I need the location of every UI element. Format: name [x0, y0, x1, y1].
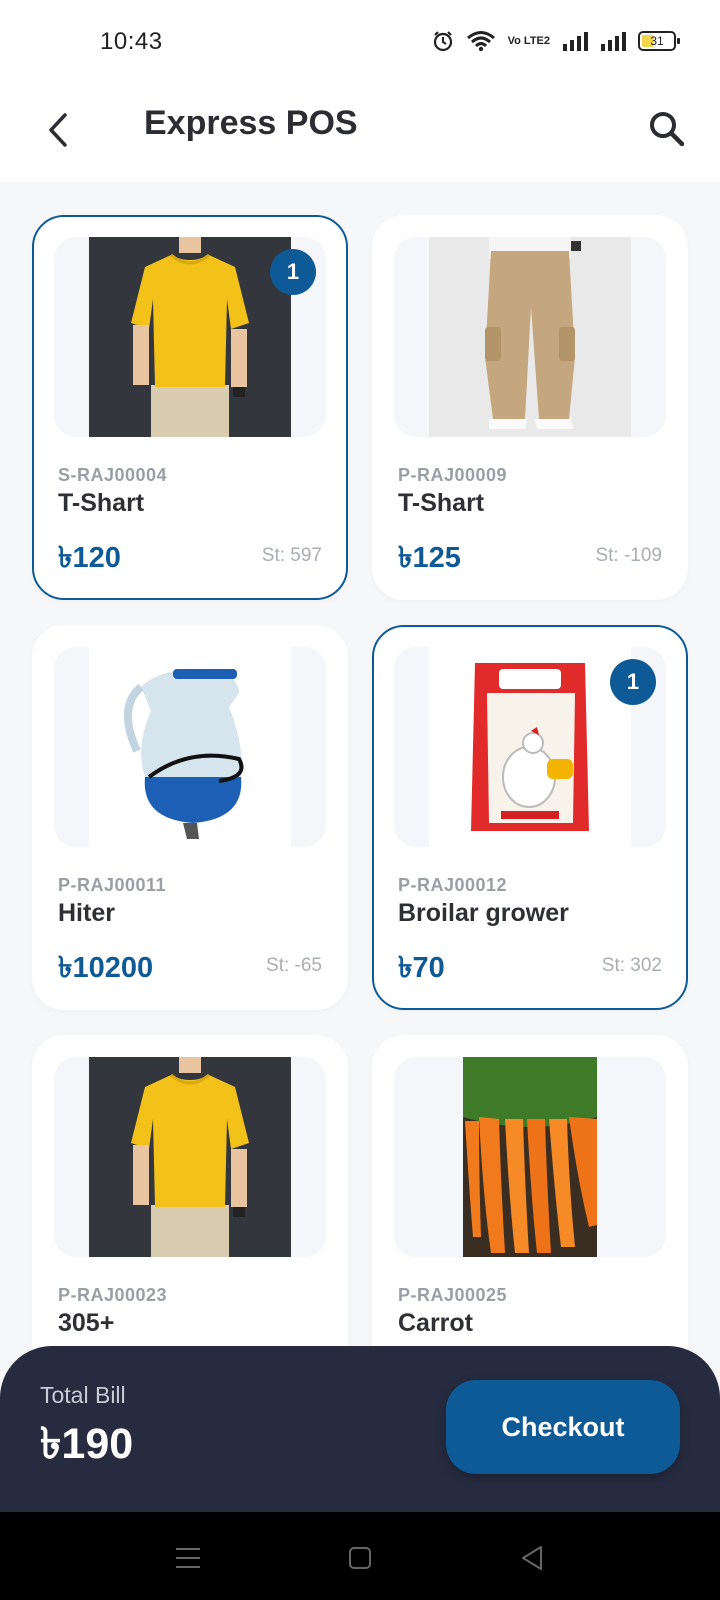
product-price: ৳120 [58, 542, 121, 574]
product-grid: 1 S-RAJ00004 T-Shart ৳120 St: 597 P-RAJ0… [32, 215, 688, 1420]
total-bill-label: Total Bill [40, 1382, 126, 1408]
volte-indicator: Vo LTE2 [507, 35, 550, 47]
product-stock: St: -65 [266, 955, 322, 976]
product-card[interactable]: P-RAJ00011 Hiter ৳10200 St: -65 [32, 625, 348, 1010]
search-button[interactable] [642, 104, 692, 154]
product-card[interactable]: 1 P-RAJ00012 Broilar grower ৳70 St: 302 [372, 625, 688, 1010]
signal-2-icon [601, 32, 626, 51]
product-name: T-Shart [58, 489, 145, 517]
yellow-tshirt-image [89, 1057, 291, 1257]
product-sku: P-RAJ00011 [58, 875, 167, 895]
product-card[interactable]: P-RAJ00009 T-Shart ৳125 St: -109 [372, 215, 688, 600]
status-time: 10:43 [100, 28, 163, 55]
product-image-frame [394, 1057, 666, 1257]
product-sku: P-RAJ00012 [398, 875, 508, 895]
product-card[interactable]: 1 S-RAJ00004 T-Shart ৳120 St: 597 [32, 215, 348, 600]
product-name: Broilar grower [398, 899, 569, 927]
alarm-icon [433, 31, 452, 52]
feed-bag-image [429, 647, 631, 847]
water-heater-jug-image [89, 647, 291, 847]
chevron-left-icon [49, 113, 67, 147]
recent-apps-button[interactable] [168, 1538, 208, 1578]
status-icons: Vo LTE2 31 [432, 30, 680, 52]
product-sku: S-RAJ00004 [58, 465, 168, 485]
status-bar: 10:43 Vo LTE2 31 [0, 0, 720, 90]
system-back-button[interactable] [512, 1538, 552, 1578]
product-name: Hiter [58, 899, 115, 927]
total-bill-bar: Total Bill ৳190 Checkout [0, 1346, 720, 1514]
product-price: ৳10200 [58, 952, 154, 984]
product-image-frame [54, 647, 326, 847]
checkout-button[interactable]: Checkout [446, 1380, 680, 1474]
yellow-tshirt-image [89, 237, 291, 437]
search-icon [650, 112, 685, 147]
product-sku: P-RAJ00009 [398, 465, 508, 485]
product-image-frame [54, 1057, 326, 1257]
product-price: ৳125 [398, 542, 461, 574]
product-stock: St: -109 [595, 545, 662, 566]
menu-icon [176, 1548, 200, 1568]
quantity-badge: 1 [270, 249, 316, 295]
product-sku: P-RAJ00023 [58, 1285, 168, 1305]
home-button[interactable] [340, 1538, 380, 1578]
khaki-cargo-pants-image [429, 237, 631, 437]
product-name: Carrot [398, 1309, 474, 1337]
product-name: 305+ [58, 1309, 115, 1337]
total-bill-amount: ৳190 [40, 1420, 134, 1468]
page-title: Express POS [144, 104, 358, 142]
home-square-icon [349, 1547, 371, 1569]
carrots-image [463, 1057, 597, 1257]
signal-1-icon [563, 32, 588, 51]
wifi-icon [466, 31, 495, 52]
quantity-badge: 1 [610, 659, 656, 705]
battery-icon: 31 [638, 31, 680, 51]
back-button[interactable] [36, 108, 80, 152]
back-triangle-icon [522, 1546, 542, 1570]
product-stock: St: 302 [601, 955, 662, 976]
app-bar: Express POS [0, 90, 720, 182]
product-sku: P-RAJ00025 [398, 1285, 508, 1305]
product-stock: St: 597 [261, 545, 322, 566]
product-image-frame [394, 237, 666, 437]
product-price: ৳70 [398, 952, 445, 984]
product-name: T-Shart [398, 489, 485, 517]
system-nav-bar [0, 1512, 720, 1600]
